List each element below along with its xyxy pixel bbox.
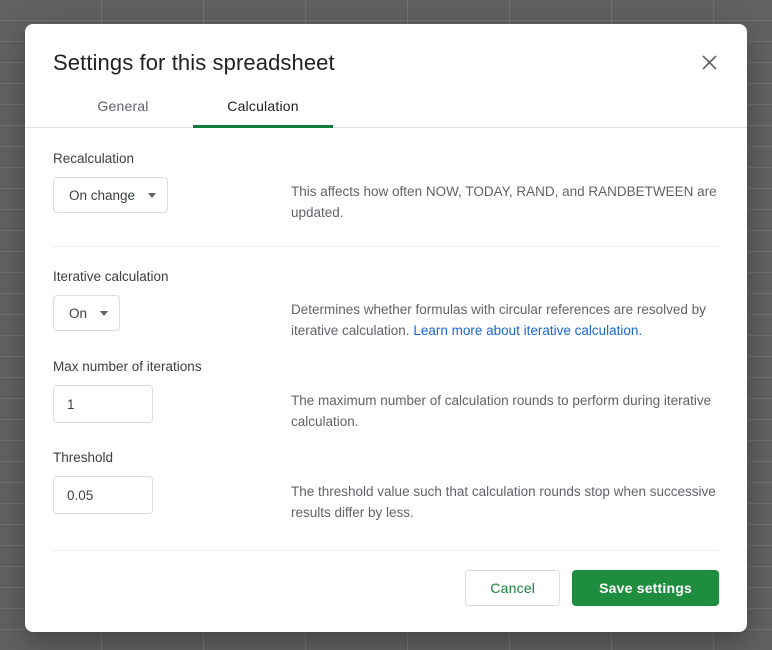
divider-bottom <box>53 550 719 552</box>
iterative-calculation-select[interactable]: On <box>53 295 121 332</box>
save-settings-button[interactable]: Save settings <box>572 570 719 606</box>
dialog-footer: Cancel Save settings <box>25 570 747 632</box>
close-icon-glyph <box>701 54 717 70</box>
section-threshold: Threshold The threshold value such that … <box>53 432 719 550</box>
recalculation-label: Recalculation <box>53 151 135 166</box>
cancel-button[interactable]: Cancel <box>465 570 561 606</box>
close-icon[interactable] <box>691 44 727 80</box>
learn-more-link[interactable]: Learn more about iterative calculation. <box>413 323 642 338</box>
max-iterations-label: Max number of iterations <box>53 359 202 375</box>
section-recalculation: Recalculation On change This affects how… <box>53 128 719 246</box>
dialog-header: Settings for this spreadsheet <box>25 24 747 76</box>
spreadsheet-settings-dialog: Settings for this spreadsheet General Ca… <box>25 24 747 632</box>
settings-tabs: General Calculation <box>25 98 747 128</box>
threshold-input[interactable] <box>53 476 153 515</box>
threshold-control-column: Threshold <box>53 450 291 515</box>
iterative-control-column: Iterative calculation On <box>53 269 291 332</box>
chevron-down-icon <box>148 192 157 198</box>
threshold-label: Threshold <box>53 450 114 466</box>
max-iterations-input[interactable] <box>53 385 153 424</box>
threshold-description: The threshold value such that calculatio… <box>291 484 716 520</box>
recalculation-select-value: On change <box>69 187 136 203</box>
page-title: Settings for this spreadsheet <box>53 50 335 75</box>
tab-general[interactable]: General <box>53 98 193 128</box>
iterative-calculation-label: Iterative calculation <box>53 269 169 285</box>
section-max-iterations: Max number of iterations The maximum num… <box>53 341 719 432</box>
threshold-description-column: The threshold value such that calculatio… <box>291 450 719 523</box>
max-iterations-description: The maximum number of calculation rounds… <box>291 393 712 429</box>
iterative-calculation-select-value: On <box>69 305 88 321</box>
tab-calculation[interactable]: Calculation <box>193 98 333 128</box>
recalculation-control-column: Recalculation On change <box>53 151 291 213</box>
recalculation-description-column: This affects how often NOW, TODAY, RAND,… <box>291 151 719 223</box>
chevron-down-icon <box>100 310 109 316</box>
recalculation-select[interactable]: On change <box>53 177 169 213</box>
max-iterations-control-column: Max number of iterations <box>53 359 291 424</box>
iterative-description-column: Determines whether formulas with circula… <box>291 269 719 341</box>
recalculation-description: This affects how often NOW, TODAY, RAND,… <box>291 184 717 220</box>
dialog-body: Recalculation On change This affects how… <box>25 128 747 552</box>
section-iterative-calculation: Iterative calculation On Determines whet… <box>53 247 719 341</box>
iterative-calculation-description: Determines whether formulas with circula… <box>291 300 719 341</box>
max-iterations-description-column: The maximum number of calculation rounds… <box>291 359 719 432</box>
